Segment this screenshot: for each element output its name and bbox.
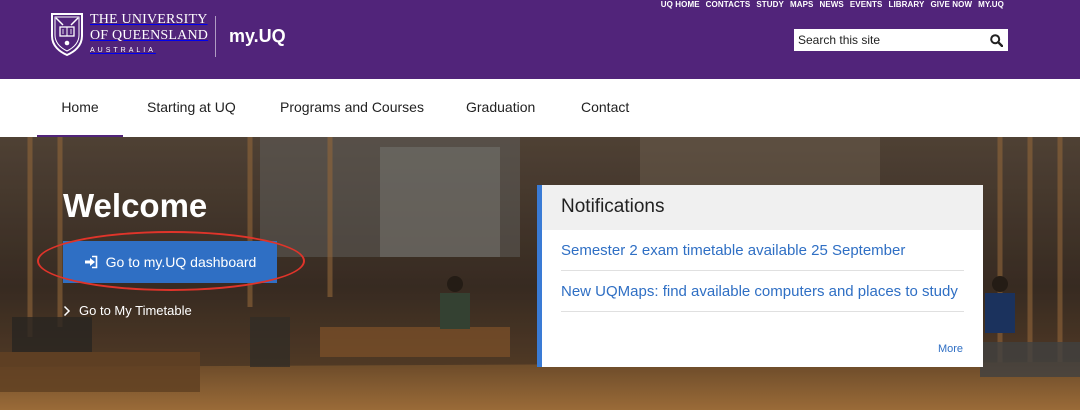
main-nav: Home Starting at UQ Programs and Courses… xyxy=(0,79,1080,137)
uq-logo[interactable]: THE UNIVERSITY OF QUEENSLAND AUSTRALIA xyxy=(50,12,208,56)
search-icon xyxy=(989,33,1003,47)
util-link-study[interactable]: STUDY xyxy=(756,0,784,10)
hero-banner: Welcome Go to my.UQ dashboard Go to My T… xyxy=(0,137,1080,410)
sign-in-icon xyxy=(84,255,97,269)
logo-divider xyxy=(215,16,216,57)
uq-crest-icon xyxy=(51,13,83,56)
search-box xyxy=(794,29,1008,51)
notifications-title: Notifications xyxy=(542,185,983,230)
go-to-timetable-label: Go to My Timetable xyxy=(79,303,192,318)
logo-wordmark: THE UNIVERSITY OF QUEENSLAND AUSTRALIA xyxy=(90,12,208,56)
go-to-dashboard-button[interactable]: Go to my.UQ dashboard xyxy=(63,241,277,283)
search-input[interactable] xyxy=(794,30,984,50)
util-link-contacts[interactable]: CONTACTS xyxy=(706,0,751,10)
util-link-uq-home[interactable]: UQ HOME xyxy=(661,0,700,10)
go-to-dashboard-label: Go to my.UQ dashboard xyxy=(105,254,257,270)
util-link-maps[interactable]: MAPS xyxy=(790,0,814,10)
nav-item-home[interactable]: Home xyxy=(37,79,123,137)
go-to-timetable-link[interactable]: Go to My Timetable xyxy=(63,303,192,318)
notification-item[interactable]: New UQMaps: find available computers and… xyxy=(561,271,964,312)
util-link-library[interactable]: LIBRARY xyxy=(888,0,924,10)
site-header: UQ HOME CONTACTS STUDY MAPS NEWS EVENTS … xyxy=(0,0,1080,79)
nav-item-contact[interactable]: Contact xyxy=(581,79,629,137)
search-button[interactable] xyxy=(984,29,1008,51)
util-link-give-now[interactable]: GIVE NOW xyxy=(930,0,972,10)
utility-nav: UQ HOME CONTACTS STUDY MAPS NEWS EVENTS … xyxy=(661,0,1004,10)
util-link-my-uq[interactable]: MY.UQ xyxy=(978,0,1004,10)
nav-item-starting-at-uq[interactable]: Starting at UQ xyxy=(147,79,236,137)
notification-item[interactable]: Semester 2 exam timetable available 25 S… xyxy=(561,230,964,271)
notifications-more-link[interactable]: More xyxy=(938,343,963,355)
notifications-panel: Notifications Semester 2 exam timetable … xyxy=(537,185,983,367)
logo-line-1: THE UNIVERSITY xyxy=(90,12,208,27)
logo-line-3: AUSTRALIA xyxy=(90,47,156,54)
chevron-right-icon xyxy=(63,305,71,316)
welcome-heading: Welcome xyxy=(63,187,208,224)
site-name[interactable]: my.UQ xyxy=(229,26,286,47)
logo-line-2: OF QUEENSLAND xyxy=(90,28,209,43)
util-link-events[interactable]: EVENTS xyxy=(850,0,883,10)
util-link-news[interactable]: NEWS xyxy=(819,0,843,10)
nav-item-graduation[interactable]: Graduation xyxy=(466,79,535,137)
nav-item-programs-and-courses[interactable]: Programs and Courses xyxy=(280,79,424,137)
